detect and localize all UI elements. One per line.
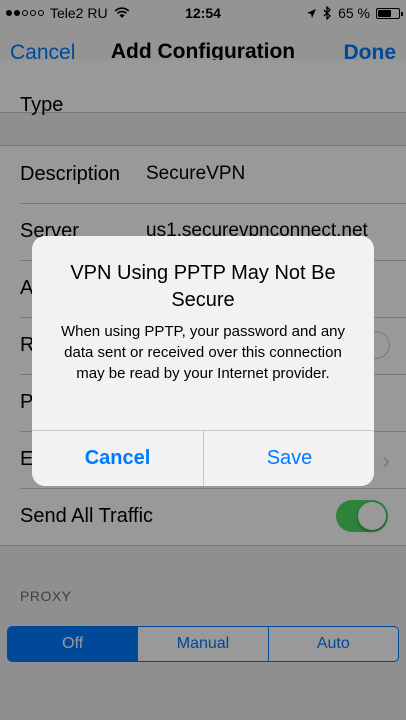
alert-save-button[interactable]: Save (203, 431, 374, 486)
alert-title: VPN Using PPTP May Not Be Secure (70, 262, 336, 311)
alert-dialog: VPN Using PPTP May Not Be Secure When us… (32, 236, 374, 486)
alert-cancel-button[interactable]: Cancel (32, 431, 203, 486)
alert-message: When using PPTP, your password and any d… (60, 323, 346, 382)
